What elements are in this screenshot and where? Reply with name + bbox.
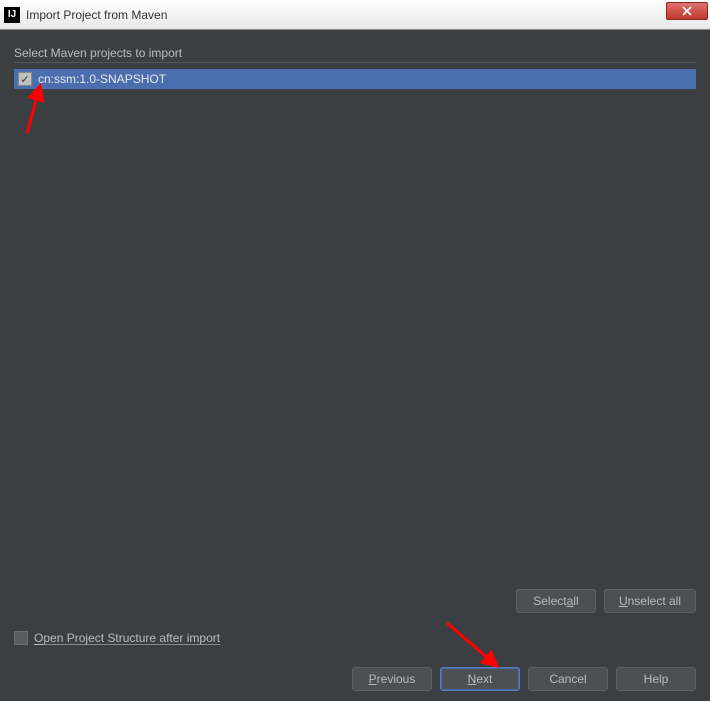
- select-all-button[interactable]: Select all: [516, 589, 596, 613]
- project-list: ✓ cn:ssm:1.0-SNAPSHOT: [14, 69, 696, 577]
- previous-button[interactable]: Previous: [352, 667, 432, 691]
- window-title: Import Project from Maven: [26, 8, 167, 22]
- open-structure-checkbox-box[interactable]: ✓: [14, 631, 28, 645]
- open-structure-label: Open Project Structure after import: [34, 631, 220, 645]
- next-button[interactable]: Next: [440, 667, 520, 691]
- project-checkbox[interactable]: ✓: [18, 72, 32, 86]
- window-close-button[interactable]: [666, 2, 708, 20]
- unselect-all-button[interactable]: Unselect all: [604, 589, 696, 613]
- open-project-structure-checkbox[interactable]: ✓ Open Project Structure after import: [14, 631, 696, 645]
- section-label: Select Maven projects to import: [14, 46, 696, 60]
- selection-buttons: Select all Unselect all: [14, 589, 696, 613]
- project-row[interactable]: ✓ cn:ssm:1.0-SNAPSHOT: [14, 69, 696, 89]
- app-icon: IJ: [4, 7, 20, 23]
- titlebar: IJ Import Project from Maven: [0, 0, 710, 30]
- dialog-content: Select Maven projects to import ✓ cn:ssm…: [0, 30, 710, 701]
- wizard-buttons: Previous Next Cancel Help: [14, 667, 696, 691]
- project-label: cn:ssm:1.0-SNAPSHOT: [38, 72, 166, 86]
- cancel-button[interactable]: Cancel: [528, 667, 608, 691]
- close-icon: [682, 6, 692, 16]
- divider: [14, 62, 696, 63]
- help-button[interactable]: Help: [616, 667, 696, 691]
